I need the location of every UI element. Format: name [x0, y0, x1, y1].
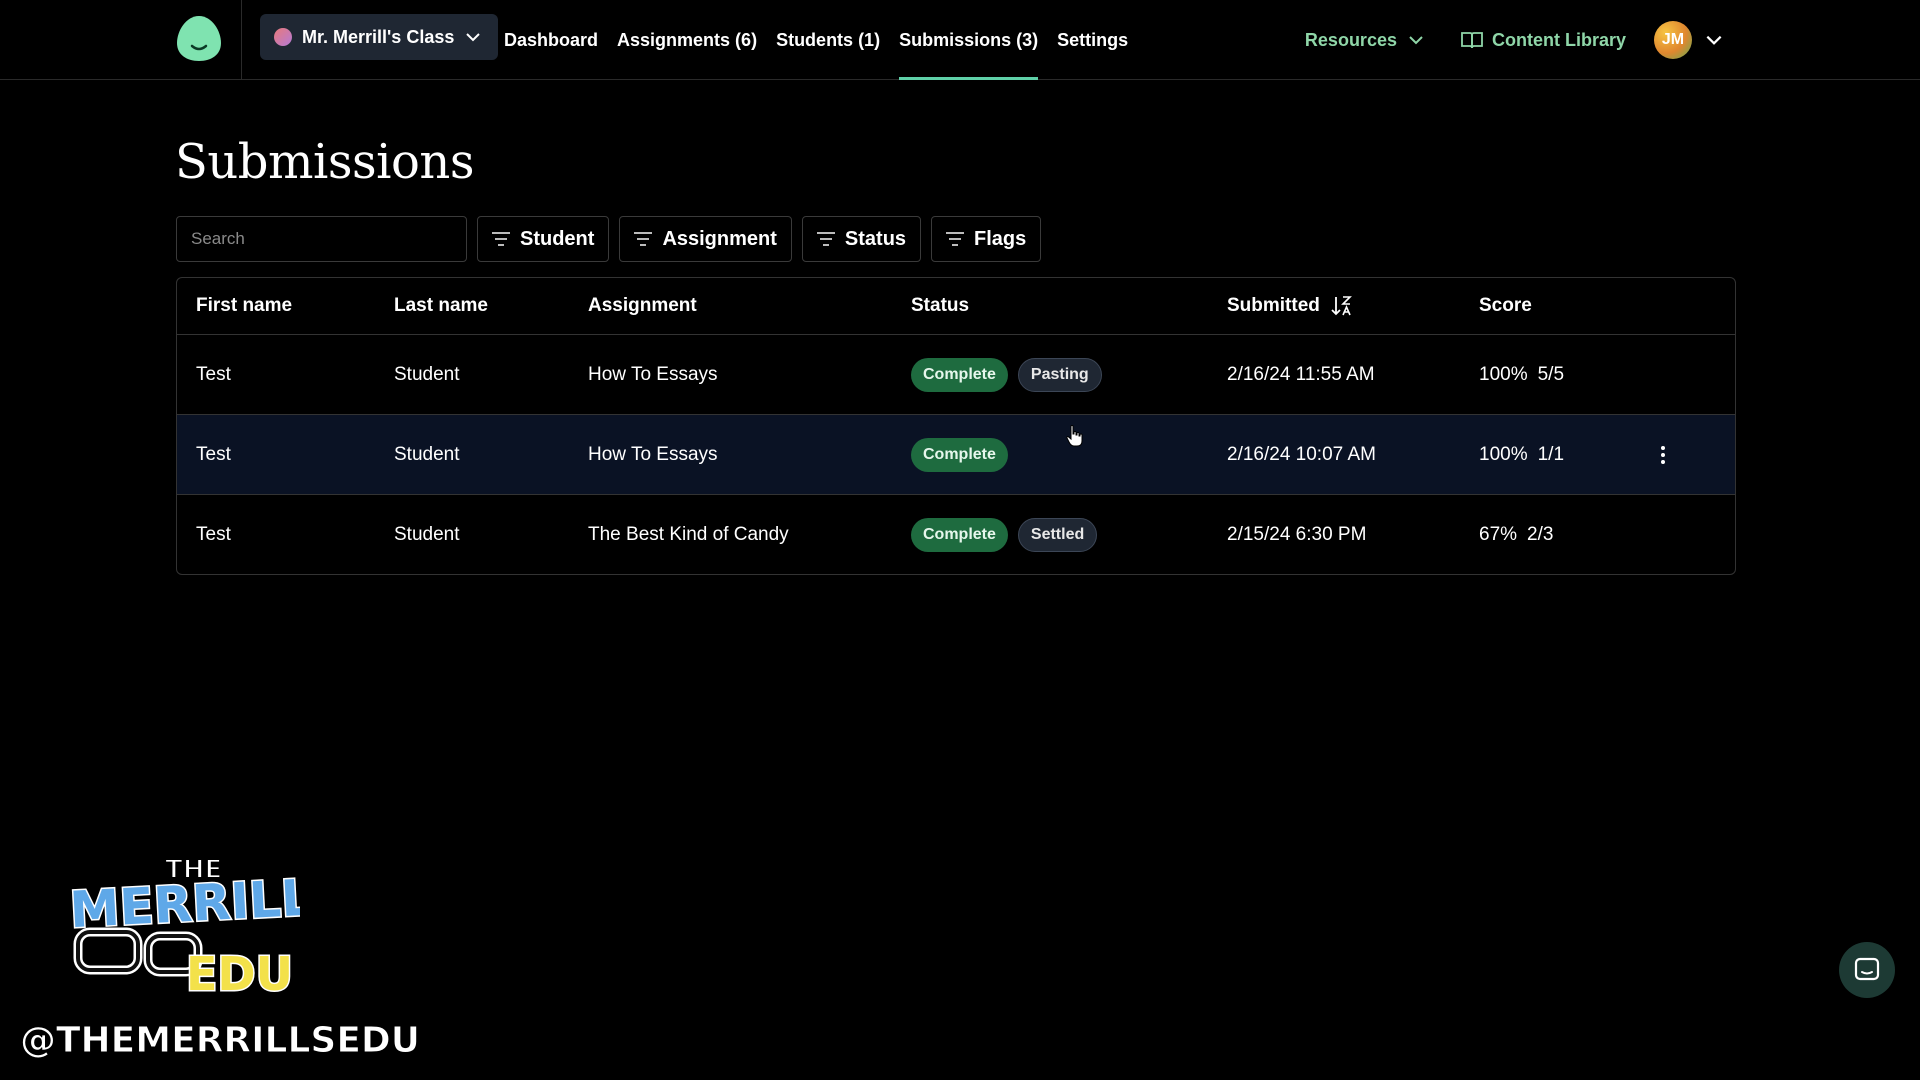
cell-score: 100% 1/1: [1460, 444, 1660, 466]
nav-assignments[interactable]: Assignments (6): [617, 0, 757, 80]
chat-icon: [1854, 957, 1880, 981]
cell-score: 67% 2/3: [1460, 524, 1660, 546]
table-row[interactable]: Test Student The Best Kind of Candy Comp…: [177, 494, 1735, 574]
header-assignment[interactable]: Assignment: [569, 295, 892, 317]
sort-descending-icon[interactable]: [1330, 294, 1354, 318]
header-submitted[interactable]: Submitted: [1208, 294, 1460, 318]
resources-menu[interactable]: Resources: [1305, 30, 1425, 51]
cell-last-name: Student: [394, 523, 460, 545]
cell-assignment: The Best Kind of Candy: [588, 523, 789, 545]
status-badge: Complete: [911, 357, 1008, 392]
chevron-down-icon: [1409, 36, 1423, 45]
cell-first-name: Test: [196, 443, 231, 465]
hand-cursor-icon: [1066, 425, 1083, 447]
merrills-edu-logo: THE MERRILLS EDU: [70, 854, 300, 1000]
cell-last-name: Student: [394, 363, 460, 385]
top-navbar: Mr. Merrill's Class Dashboard Assignment…: [0, 0, 1920, 80]
content-library-label: Content Library: [1491, 29, 1626, 50]
glasses-icon: [73, 927, 203, 977]
more-vertical-icon[interactable]: [1651, 443, 1675, 467]
flag-badge: Settled: [1017, 517, 1098, 552]
header-first-name[interactable]: First name: [177, 295, 375, 317]
filter-icon: [816, 232, 835, 246]
flag-badge: Pasting: [1017, 357, 1102, 392]
nav-settings[interactable]: Settings: [1057, 0, 1128, 80]
nav-dashboard[interactable]: Dashboard: [504, 0, 598, 80]
chat-launcher-button[interactable]: [1839, 942, 1895, 998]
header-submitted-label: Submitted: [1227, 295, 1320, 316]
filter-status-button[interactable]: Status: [801, 216, 922, 262]
nav-divider: [241, 0, 242, 80]
filter-icon: [492, 232, 510, 246]
cell-submitted: 2/16/24 11:55 AM: [1227, 363, 1375, 385]
filter-icon: [634, 232, 653, 246]
score-fraction: 5/5: [1537, 363, 1565, 385]
score-percent: 67%: [1479, 523, 1518, 545]
filter-label: Flags: [974, 227, 1027, 250]
filter-label: Assignment: [662, 227, 777, 250]
status-badge: Complete: [911, 517, 1008, 552]
filter-student-button[interactable]: Student: [477, 216, 610, 262]
cell-assignment: How To Essays: [588, 443, 718, 465]
cell-score: 100% 5/5: [1460, 364, 1660, 386]
filter-label: Student: [520, 227, 595, 250]
filter-icon: [946, 232, 965, 246]
cell-status: Complete: [892, 437, 1208, 472]
page-title: Submissions: [175, 134, 474, 190]
nav-students[interactable]: Students (1): [776, 0, 880, 80]
chevron-down-icon: [466, 33, 481, 42]
class-switcher[interactable]: Mr. Merrill's Class: [260, 14, 499, 60]
logo-edu-text: EDU: [186, 947, 293, 1000]
table-header: First name Last name Assignment Status S…: [177, 278, 1735, 334]
filter-label: Status: [844, 227, 907, 250]
score-fraction: 2/3: [1527, 523, 1554, 545]
status-badge: Complete: [911, 437, 1008, 472]
user-avatar[interactable]: JM: [1654, 21, 1692, 59]
filter-flags-button[interactable]: Flags: [931, 216, 1042, 262]
score-fraction: 1/1: [1537, 443, 1565, 465]
score-percent: 100%: [1479, 363, 1528, 385]
filter-bar: Student Assignment Status Flags: [176, 216, 1042, 262]
class-color-dot: [274, 28, 292, 46]
class-name: Mr. Merrill's Class: [302, 26, 455, 47]
cell-first-name: Test: [196, 363, 231, 385]
main-nav: Dashboard Assignments (6) Students (1) S…: [504, 0, 1128, 80]
header-last-name[interactable]: Last name: [375, 295, 569, 317]
cell-assignment: How To Essays: [588, 363, 718, 385]
cell-submitted: 2/16/24 10:07 AM: [1227, 443, 1376, 465]
cell-submitted: 2/15/24 6:30 PM: [1227, 523, 1367, 545]
cell-last-name: Student: [394, 443, 460, 465]
resources-label: Resources: [1304, 29, 1397, 50]
table-row[interactable]: Test Student How To Essays Complete Past…: [177, 334, 1735, 414]
search-input[interactable]: [176, 216, 467, 262]
cell-first-name: Test: [196, 523, 231, 545]
cell-status: Complete Pasting: [892, 357, 1208, 392]
app-logo-icon[interactable]: [174, 13, 224, 63]
open-book-icon: [1461, 32, 1483, 49]
table-row[interactable]: Test Student How To Essays Complete 2/16…: [177, 414, 1735, 494]
nav-submissions[interactable]: Submissions (3): [899, 0, 1039, 80]
submissions-table: First name Last name Assignment Status S…: [176, 277, 1736, 575]
social-handle: @THEMERRILLSEDU: [19, 1020, 421, 1062]
filter-assignment-button[interactable]: Assignment: [619, 216, 792, 262]
content-library-link[interactable]: Content Library: [1461, 30, 1626, 51]
header-score[interactable]: Score: [1460, 295, 1660, 317]
cell-status: Complete Settled: [892, 517, 1208, 552]
score-percent: 100%: [1479, 443, 1528, 465]
chevron-down-icon[interactable]: [1704, 30, 1724, 50]
right-nav: Resources Content Library JM: [1305, 0, 1724, 80]
header-status[interactable]: Status: [892, 295, 1208, 317]
